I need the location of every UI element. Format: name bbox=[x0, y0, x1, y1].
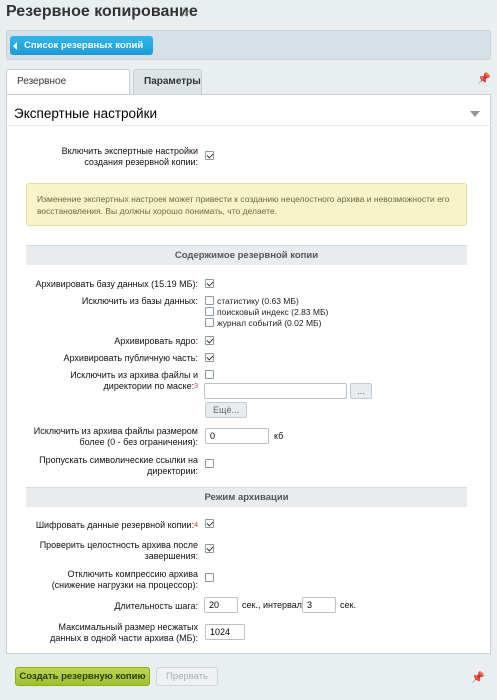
skip-symlinks-checkbox[interactable] bbox=[205, 459, 214, 468]
archive-public-checkbox[interactable] bbox=[205, 353, 214, 362]
pin-bottom-icon[interactable]: 📌 bbox=[471, 671, 485, 684]
exclude-size-input[interactable]: 0 bbox=[205, 428, 269, 444]
max-size-label: Максимальный размер несжатых данных в од… bbox=[50, 622, 198, 643]
tab-backup[interactable]: Резервное копирование bbox=[6, 69, 130, 111]
archive-db-checkbox[interactable] bbox=[205, 279, 214, 288]
enable-expert-checkbox[interactable] bbox=[205, 151, 214, 160]
exclude-stats-label: статистику (0.63 МБ) bbox=[217, 296, 299, 306]
stop-button[interactable]: Прервать bbox=[156, 667, 218, 686]
backup-list-label: Список резервных копий bbox=[24, 40, 144, 51]
exclude-search-index-checkbox[interactable] bbox=[205, 307, 214, 316]
exclude-event-log-checkbox[interactable] bbox=[205, 318, 214, 327]
exclude-size-unit: кб bbox=[274, 431, 284, 441]
step-unit: сек., интервал: bbox=[242, 600, 305, 610]
max-size-input[interactable]: 1024 bbox=[205, 624, 245, 640]
collapse-icon[interactable] bbox=[470, 111, 480, 117]
pin-icon[interactable]: 📌 bbox=[477, 72, 491, 85]
enable-expert-label: Включить экспертные настройки создания р… bbox=[61, 146, 198, 167]
encrypt-label: Шифровать данные резервной копии:4 bbox=[26, 520, 198, 531]
archive-db-label: Архивировать базу данных (15.19 МБ): bbox=[35, 279, 198, 289]
archive-public-label: Архивировать публичную часть: bbox=[63, 353, 198, 363]
encrypt-note: 4 bbox=[194, 522, 198, 529]
chevron-left-icon bbox=[13, 42, 17, 50]
exclude-mask-label: Исключить из архива файлы и директории п… bbox=[26, 370, 198, 392]
create-backup-button[interactable]: Создать резервную копию bbox=[15, 667, 150, 686]
no-compress-checkbox[interactable] bbox=[205, 573, 214, 582]
exclude-stats-checkbox[interactable] bbox=[205, 296, 214, 305]
encrypt-text: Шифровать данные резервной копии: bbox=[35, 520, 195, 530]
skip-symlinks-label: Пропускать символические ссылки на дирек… bbox=[39, 455, 198, 476]
mask-input[interactable] bbox=[204, 383, 347, 399]
tab-parameters[interactable]: Параметры bbox=[133, 69, 202, 94]
more-button[interactable]: Ещё... bbox=[205, 402, 247, 418]
step-input[interactable]: 20 bbox=[204, 597, 238, 613]
content-section-header: Содержимое резервной копии bbox=[26, 245, 467, 265]
verify-label: Проверить целостность архива после завер… bbox=[39, 540, 198, 561]
archive-core-checkbox[interactable] bbox=[205, 336, 214, 345]
backup-list-button[interactable]: Список резервных копий bbox=[10, 36, 154, 55]
browse-button[interactable]: ... bbox=[350, 383, 372, 399]
interval-input[interactable]: 3 bbox=[302, 597, 336, 613]
encrypt-checkbox[interactable] bbox=[205, 519, 214, 528]
panel-title: Экспертные настройки bbox=[14, 106, 158, 121]
interval-unit: сек. bbox=[340, 600, 356, 610]
exclude-mask-checkbox[interactable] bbox=[205, 370, 214, 379]
warning-box: Изменение экспертных настроек может прив… bbox=[26, 183, 467, 226]
star-icon[interactable]: ☆ bbox=[178, 4, 191, 21]
exclude-event-log-label: журнал событий (0.02 МБ) bbox=[217, 318, 322, 328]
exclude-mask-text: Исключить из архива файлы и директории п… bbox=[70, 370, 198, 391]
no-compress-label: Отключить компрессию архива (снижение на… bbox=[51, 569, 198, 590]
page-title: Резервное копирование bbox=[6, 3, 198, 20]
verify-checkbox[interactable] bbox=[205, 544, 214, 553]
exclude-mask-note: 3 bbox=[194, 383, 198, 390]
archive-mode-header: Режим архивации bbox=[26, 487, 467, 507]
archive-core-label: Архивировать ядро: bbox=[114, 336, 198, 346]
exclude-search-index-label: поисковый индекс (2.83 МБ) bbox=[217, 307, 329, 317]
exclude-db-label: Исключить из базы данных: bbox=[81, 296, 198, 306]
exclude-size-label: Исключить из архива файлы размером более… bbox=[33, 426, 198, 447]
step-label: Длительность шага: bbox=[114, 601, 198, 611]
